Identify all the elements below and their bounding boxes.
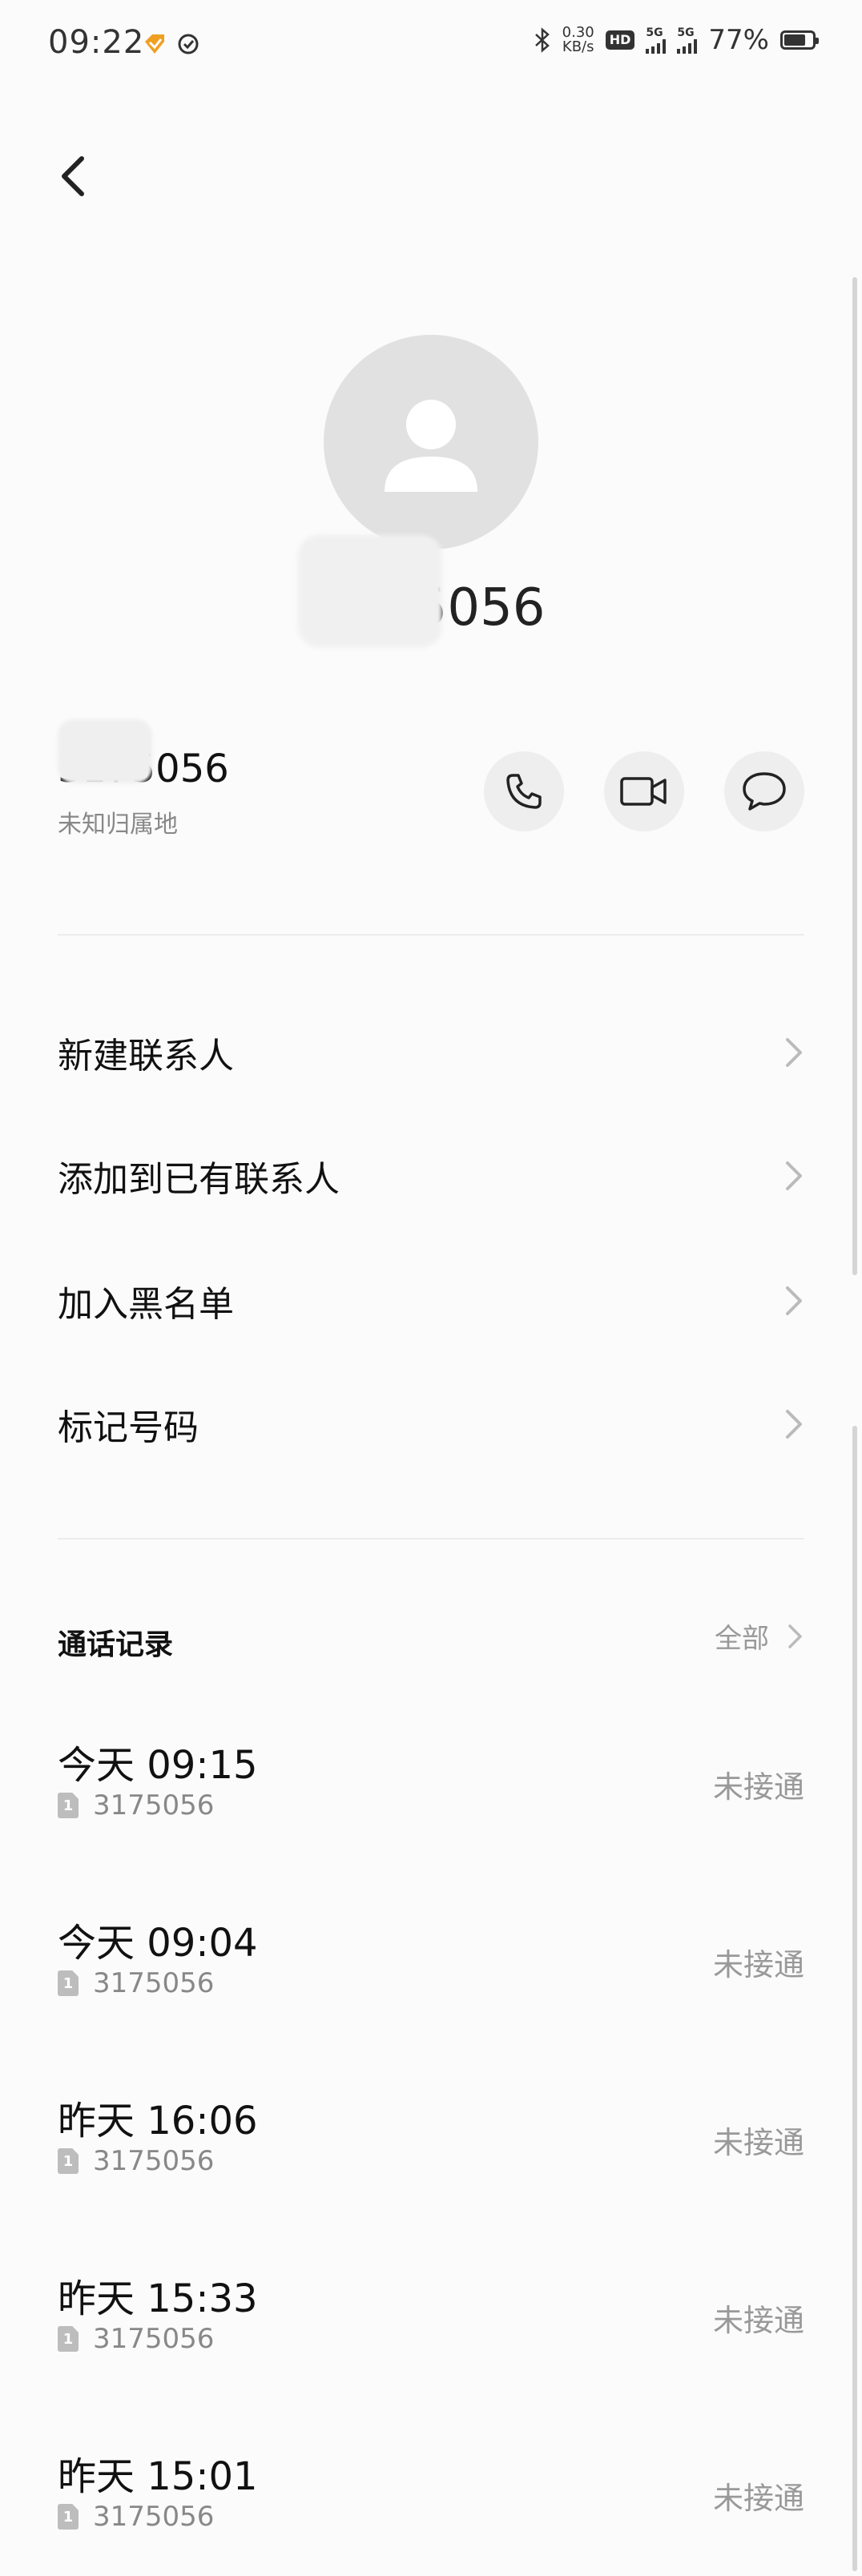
call-number: 3175056 (93, 2145, 215, 2177)
chat-bubble-icon (743, 772, 786, 811)
sim1-tech: 5G (646, 26, 663, 39)
signal-bars-icon (646, 39, 667, 54)
sim-card-icon: 1 (58, 2504, 79, 2530)
call-number: 3175056 (93, 2501, 215, 2533)
network-speed: 0.30 KB/s (562, 26, 594, 54)
sim-card-icon: 1 (58, 2148, 79, 2174)
call-time: 昨天 15:33 (58, 2276, 258, 2321)
call-log-entry[interactable]: 昨天 16:06 1 3175056 未接通 (58, 2089, 804, 2185)
person-icon (385, 400, 477, 492)
call-status: 未接通 (712, 1947, 804, 1982)
view-all-label: 全部 (715, 1623, 769, 1655)
notification-app-icon (145, 34, 164, 54)
menu-mark-number[interactable]: 标记号码 (58, 1392, 804, 1456)
sync-status-icon (178, 34, 199, 54)
bluetooth-icon (534, 27, 550, 53)
menu-add-to-existing-contact[interactable]: 添加到已有联系人 (58, 1144, 804, 1208)
sim-card-icon: 1 (58, 1970, 79, 1996)
call-log-entry[interactable]: 昨天 15:33 1 3175056 未接通 (58, 2267, 804, 2363)
signal-bars-icon (677, 39, 698, 54)
status-time: 09:22 (48, 24, 145, 61)
call-log-view-all[interactable]: 全部 (715, 1616, 804, 1656)
battery-fill (784, 34, 806, 46)
menu-add-to-blacklist[interactable]: 加入黑名单 (58, 1269, 804, 1333)
divider (58, 1538, 804, 1540)
hd-voice-badge: HD (605, 30, 635, 50)
redaction-blur (58, 719, 152, 783)
call-status: 未接通 (712, 2481, 804, 2516)
call-status: 未接通 (712, 2125, 804, 2160)
call-status: 未接通 (712, 2303, 804, 2338)
divider (58, 934, 804, 936)
status-right-group: 0.30 KB/s HD 5G 5G 77% (534, 24, 819, 56)
contact-avatar (324, 335, 538, 549)
call-log-entry[interactable]: 今天 09:04 1 3175056 未接通 (58, 1911, 804, 2007)
menu-new-contact[interactable]: 新建联系人 (58, 1020, 804, 1085)
phone-icon (506, 774, 542, 809)
call-details: 1 3175056 (58, 2145, 214, 2177)
menu-label: 添加到已有联系人 (58, 1159, 340, 1200)
call-time: 昨天 16:06 (58, 2099, 258, 2143)
call-time: 今天 09:15 (58, 1743, 258, 1788)
menu-label: 加入黑名单 (58, 1284, 234, 1325)
call-details: 1 3175056 (58, 2501, 214, 2533)
chevron-right-icon (788, 1624, 802, 1648)
call-log-entry[interactable]: 今天 09:15 1 3175056 未接通 (58, 1733, 804, 1829)
scrollbar-thumb[interactable] (852, 277, 857, 1275)
sim-card-icon: 1 (58, 1793, 79, 1818)
call-time: 今天 09:04 (58, 1921, 258, 1966)
chevron-right-icon (786, 1161, 802, 1190)
battery-icon (780, 30, 819, 50)
sim1-signal: 5G (646, 26, 667, 54)
chevron-right-icon (786, 1286, 802, 1315)
chevron-right-icon (786, 1410, 802, 1439)
call-log-title: 通话记录 (58, 1628, 174, 1661)
sim2-tech: 5G (677, 26, 695, 39)
call-details: 1 3175056 (58, 1789, 214, 1821)
chevron-right-icon (786, 1038, 802, 1067)
menu-label: 新建联系人 (58, 1036, 234, 1077)
sim2-signal: 5G (677, 26, 698, 54)
call-time: 昨天 15:01 (58, 2454, 258, 2499)
sim-card-icon: 1 (58, 2326, 79, 2352)
message-button[interactable] (724, 751, 804, 831)
call-button[interactable] (484, 751, 564, 831)
network-speed-unit: KB/s (562, 38, 594, 55)
call-number: 3175056 (93, 2323, 215, 2355)
video-camera-icon (620, 777, 667, 806)
battery-percent: 77% (708, 24, 769, 56)
call-log-entry[interactable]: 昨天 15:01 1 3175056 未接通 (58, 2445, 804, 2541)
menu-label: 标记号码 (58, 1407, 199, 1448)
call-number: 3175056 (93, 1967, 215, 1999)
call-details: 1 3175056 (58, 2323, 214, 2355)
redaction-blur (298, 535, 442, 647)
call-status: 未接通 (712, 1769, 804, 1805)
call-number: 3175056 (93, 1789, 215, 1821)
video-call-button[interactable] (604, 751, 684, 831)
call-details: 1 3175056 (58, 1967, 214, 1999)
number-location: 未知归属地 (58, 811, 178, 839)
back-arrow-icon[interactable] (54, 151, 91, 202)
scrollbar-thumb[interactable] (852, 1426, 857, 2571)
